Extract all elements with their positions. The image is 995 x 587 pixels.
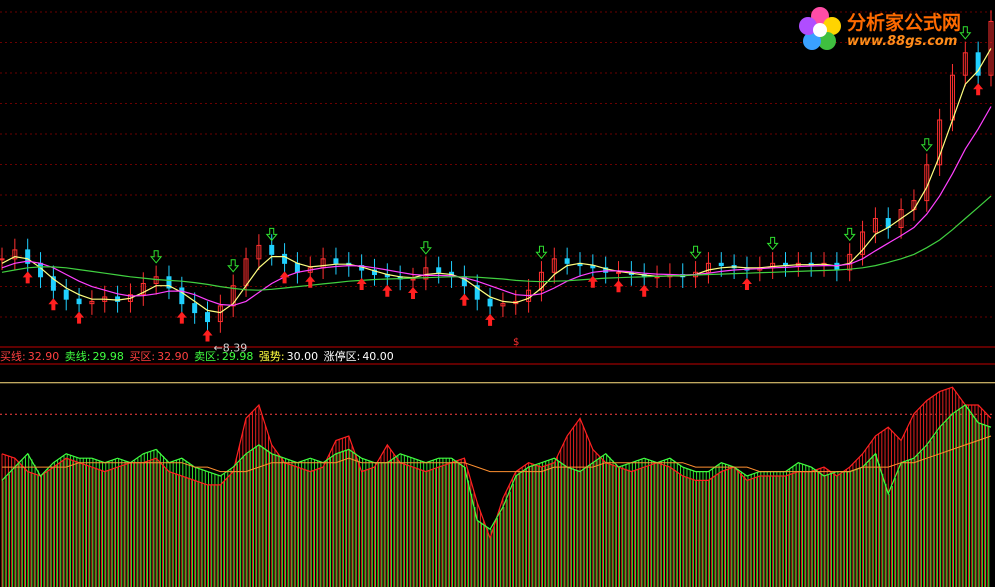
sell-arrow-icon [150, 250, 163, 264]
chart-canvas[interactable]: ←8.39 $ [0, 0, 995, 587]
sell-line-value: 29.98 [92, 350, 124, 363]
sell-arrow-icon [419, 241, 432, 255]
candle-body [718, 262, 724, 267]
sell-arrow-icon [766, 236, 779, 251]
buy-line-value: 32.90 [27, 350, 60, 363]
candle-body [333, 258, 339, 264]
buy-zone-value: 32.90 [157, 350, 189, 363]
indicator-status-bar: 买线: 32.90 卖线: 29.98 买区: 32.90 卖区: 29.98 强势: 3… [0, 348, 396, 364]
series-line-ma_mid [1, 106, 992, 307]
strong-label: 强势: [258, 350, 285, 363]
buy-arrow-icon [613, 280, 624, 293]
buy-zone-label: 买区: [129, 350, 156, 363]
candle-body [63, 289, 69, 300]
candle-body [564, 258, 570, 264]
buy-arrow-icon [48, 298, 59, 311]
buy-arrow-icon [741, 278, 752, 291]
candle-body [282, 253, 288, 264]
candle-body [0, 258, 5, 261]
flower-icon [799, 7, 841, 50]
buy-arrow-icon [279, 271, 290, 284]
candle-body [487, 298, 493, 307]
limit-up-zone-label: 涨停区: [323, 350, 361, 363]
buy-arrow-icon [202, 329, 213, 342]
series-line-ma_long [1, 195, 992, 291]
sell-arrow-icon [227, 259, 240, 273]
buy-arrow-icon [22, 271, 33, 284]
strong-value: 30.00 [286, 350, 319, 363]
candle-body [410, 278, 416, 281]
sell-zone-label: 卖区: [194, 350, 220, 363]
stock-chart-window: ←8.39 $ 买线: 32.90 卖线: 29.98 买区: 32.90 卖区: 29.… [0, 0, 995, 587]
logo-url: www.88gs.com [847, 34, 958, 49]
candle-body [76, 298, 82, 305]
buy-arrow-icon [459, 293, 470, 306]
buy-arrow-icon [973, 83, 984, 96]
sell-arrow-icon [920, 138, 933, 152]
candle-body [834, 262, 840, 271]
candle-body [294, 262, 300, 273]
sell-arrow-icon [843, 227, 856, 242]
sell-zone-value: 29.98 [221, 350, 254, 363]
buy-arrow-icon [485, 313, 496, 326]
candle-body [269, 244, 275, 255]
candle-body [436, 267, 442, 273]
series-line-ma_short [1, 48, 992, 314]
candle-body [38, 262, 44, 278]
candle-body [205, 312, 211, 323]
logo-name: 分析家公式网 [847, 12, 962, 34]
candle-body [179, 287, 185, 305]
sell-line-label: 卖线: [64, 350, 91, 363]
limit-up-zone-value: 40.00 [362, 350, 394, 363]
candle-body [192, 303, 198, 314]
symbol-marker: $ [513, 337, 519, 348]
site-logo: 分析家公式网 www.88gs.com [795, 4, 985, 56]
buy-arrow-icon [176, 311, 187, 324]
buy-arrow-icon [408, 287, 419, 300]
candle-body [616, 271, 622, 274]
buy-line-label: 买线: [0, 350, 26, 363]
candle-body [115, 296, 121, 302]
buy-arrow-icon [74, 311, 85, 324]
